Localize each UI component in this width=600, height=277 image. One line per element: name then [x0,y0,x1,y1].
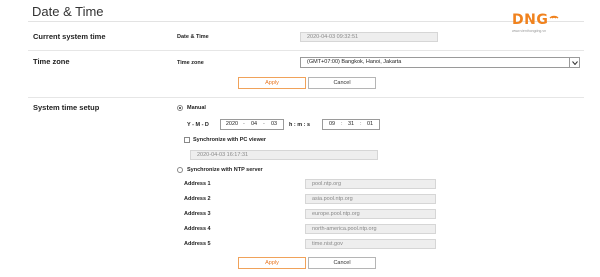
title-divider [28,21,584,22]
pc-time-value: 2020-04-03 16:17:31 [190,150,378,160]
timezone-selected-value: (GMT+07:00) Bangkok, Hanoi, Jakarta [307,59,402,65]
setup-cancel-button[interactable]: Cancel [308,257,376,269]
address-input[interactable]: time.nist.gov [305,239,436,249]
timezone-select[interactable]: (GMT+07:00) Bangkok, Hanoi, Jakarta [300,57,580,68]
address-label: Address 1 [184,181,211,187]
logo-tagline: www.vienthongdng.vn [512,29,547,33]
setup-section-label: System time setup [33,103,100,112]
address-label: Address 3 [184,211,211,217]
date-separator: - [263,121,265,127]
day-input[interactable]: 03 [267,120,281,129]
year-input[interactable]: 2020 [223,120,241,129]
hour-input[interactable]: 09 [325,120,339,129]
brand-logo: DNG www.vienthongdng.vn [512,12,568,40]
section-divider [28,97,584,98]
sync-pc-label: Synchronize with PC viewer [193,137,267,143]
ntp-radio[interactable] [177,167,183,173]
current-time-section-label: Current system time [33,32,106,41]
minute-input[interactable]: 31 [344,120,358,129]
time-separator: : [341,121,343,127]
timezone-section-label: Time zone [33,57,70,66]
address-input[interactable]: north-america.pool.ntp.org [305,224,436,234]
time-separator: : [360,121,362,127]
section-divider [28,50,584,51]
timezone-apply-button[interactable]: Apply [238,77,306,89]
address-label: Address 2 [184,196,211,202]
sync-pc-checkbox[interactable] [184,137,190,143]
date-separator: - [243,121,245,127]
address-input[interactable]: pool.ntp.org [305,179,436,189]
manual-label: Manual [187,105,206,111]
address-label: Address 4 [184,226,211,232]
setup-apply-button[interactable]: Apply [238,257,306,269]
wifi-signal-icon [549,15,559,19]
manual-radio[interactable] [177,105,183,111]
date-time-label: Date & Time [177,34,209,40]
logo-text: DNG [512,12,549,28]
date-input-group: 2020 - 04 - 03 [220,119,284,130]
current-time-value: 2020-04-03 09:32:51 [300,32,438,42]
address-input[interactable]: asia.pool.ntp.org [305,194,436,204]
timezone-label: Time zone [177,60,204,66]
ntp-label: Synchronize with NTP server [187,167,263,173]
address-input[interactable]: europe.pool.ntp.org [305,209,436,219]
address-label: Address 5 [184,241,211,247]
ymd-label: Y - M - D [187,122,209,128]
chevron-down-icon[interactable] [569,58,579,67]
timezone-cancel-button[interactable]: Cancel [308,77,376,89]
hms-label: h : m : s [289,122,311,128]
time-input-group: 09 : 31 : 01 [322,119,380,130]
month-input[interactable]: 04 [247,120,261,129]
page-title: Date & Time [32,4,104,19]
second-input[interactable]: 01 [363,120,377,129]
